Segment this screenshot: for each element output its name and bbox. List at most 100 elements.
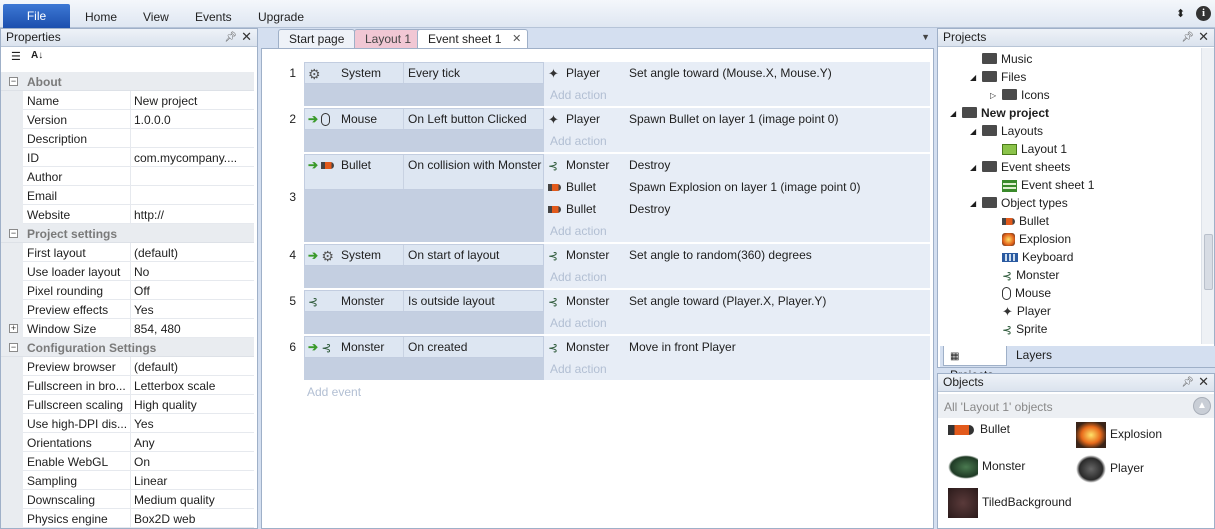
close-icon[interactable]: ✕ (1198, 28, 1209, 45)
tree-item[interactable]: Bullet (1002, 214, 1049, 228)
property-row[interactable]: Use loader layout No (1, 262, 254, 281)
tree-item[interactable]: ◢ Layouts (970, 124, 1043, 138)
property-value[interactable]: Any (134, 436, 254, 450)
expand-arrow-icon[interactable]: ◢ (970, 199, 976, 208)
scrollbar-thumb[interactable] (1204, 234, 1213, 290)
event-condition-block[interactable]: ➔ Bullet On collision with Monster (304, 154, 544, 242)
action-row[interactable]: ✦ Player Spawn Bullet on layer 1 (image po… (544, 108, 930, 130)
property-value[interactable]: Off (134, 284, 254, 298)
collapse-icon[interactable]: − (9, 343, 18, 352)
tree-item[interactable]: ⊰ Sprite (1002, 322, 1047, 337)
action-row[interactable]: Bullet Destroy (544, 198, 930, 220)
property-row[interactable]: Sampling Linear (1, 471, 254, 490)
categorized-view-icon[interactable]: ☰ (11, 50, 21, 63)
tree-item[interactable]: ◢ Object types (970, 196, 1068, 210)
add-action-link[interactable]: Add action (550, 362, 607, 376)
object-item[interactable]: Bullet (948, 422, 1010, 436)
tab-start-page[interactable]: Start page (278, 29, 356, 48)
property-row[interactable]: Version 1.0.0.0 (1, 110, 254, 129)
property-value[interactable]: High quality (134, 398, 254, 412)
property-row[interactable]: ID com.mycompany.... (1, 148, 254, 167)
menu-upgrade[interactable]: Upgrade (258, 10, 304, 24)
property-row[interactable]: First layout (default) (1, 243, 254, 262)
sort-alpha-icon[interactable]: A↓ (31, 50, 43, 61)
action-row[interactable]: ⊰ Monster Set angle to random(360) degrees (544, 244, 930, 266)
property-value[interactable]: (default) (134, 360, 254, 374)
property-value[interactable]: Yes (134, 417, 254, 431)
close-icon[interactable]: ✕ (1198, 373, 1209, 390)
menu-view[interactable]: View (143, 10, 169, 24)
objects-filter-label[interactable]: All 'Layout 1' objects (944, 400, 1053, 414)
property-value[interactable]: (default) (134, 246, 254, 260)
tree-item[interactable]: Layout 1 (1002, 142, 1067, 156)
property-value[interactable]: com.mycompany.... (134, 151, 254, 165)
add-action-link[interactable]: Add action (550, 316, 607, 330)
event-number[interactable]: 1 (282, 66, 296, 80)
tree-item[interactable]: Explosion (1002, 232, 1071, 247)
property-value[interactable]: Letterbox scale (134, 379, 254, 393)
expand-arrow-icon[interactable]: ◢ (950, 109, 956, 118)
expand-arrow-icon[interactable]: ◢ (970, 163, 976, 172)
event-sheet-view[interactable]: 1 ⚙ System Every tick ✦ Player Set angle towa… (261, 48, 934, 529)
file-menu-button[interactable]: File (3, 4, 70, 28)
tree-item[interactable]: ◢ Event sheets (970, 160, 1070, 174)
pin-icon[interactable]: 📌︎ (1181, 29, 1194, 46)
condition[interactable]: ⊰ Monster Is outside layout (304, 290, 544, 312)
property-row[interactable]: Description (1, 129, 254, 148)
expand-arrow-icon[interactable]: ◢ (970, 127, 976, 136)
property-value[interactable]: http:// (134, 208, 254, 222)
tree-item[interactable]: Keyboard (1002, 250, 1073, 264)
add-action-link[interactable]: Add action (550, 88, 607, 102)
tree-item[interactable]: ⊰ Monster (1002, 268, 1059, 283)
expand-arrow-icon[interactable]: ▷ (990, 91, 996, 100)
tree-item[interactable]: Mouse (1002, 286, 1051, 301)
property-row[interactable]: Fullscreen scaling High quality (1, 395, 254, 414)
property-row[interactable]: Email (1, 186, 254, 205)
property-value[interactable]: New project (134, 94, 254, 108)
property-value[interactable]: Medium quality (134, 493, 254, 507)
tree-item[interactable]: Music (982, 52, 1032, 66)
action-row[interactable]: ⊰ Monster Set angle toward (Player.X, Play… (544, 290, 930, 312)
object-item[interactable]: Explosion (1076, 422, 1162, 448)
event-number[interactable]: 2 (282, 112, 296, 126)
tab-layout-1[interactable]: Layout 1 (354, 29, 423, 48)
property-row[interactable]: Enable WebGL On (1, 452, 254, 471)
event-number[interactable]: 4 (282, 248, 296, 262)
tree-item[interactable]: ◢ Files (970, 70, 1026, 84)
expand-arrow-icon[interactable]: ◢ (970, 73, 976, 82)
projects-scrollbar[interactable] (1201, 48, 1214, 344)
condition[interactable]: ⚙ System Every tick (304, 62, 544, 84)
property-row[interactable]: Preview effects Yes (1, 300, 254, 319)
tree-item[interactable]: ✦ Player (1002, 304, 1051, 320)
object-item[interactable]: TiledBackground (948, 488, 1072, 518)
property-row[interactable]: Fullscreen in bro... Letterbox scale (1, 376, 254, 395)
event-condition-block[interactable]: ⊰ Monster Is outside layout (304, 290, 544, 334)
condition[interactable]: ➔ Mouse On Left button Clicked (304, 108, 544, 130)
action-row[interactable]: Bullet Spawn Explosion on layer 1 (image … (544, 176, 930, 198)
event-condition-block[interactable]: ➔ Mouse On Left button Clicked (304, 108, 544, 152)
expand-icon[interactable]: + (9, 324, 18, 333)
property-category[interactable]: − Project settings (1, 224, 254, 243)
property-value[interactable]: On (134, 455, 254, 469)
event-condition-block[interactable]: ➔ ⊰ Monster On created (304, 336, 544, 380)
event-condition-block[interactable]: ➔ ⚙ System On start of layout (304, 244, 544, 288)
property-row[interactable]: Orientations Any (1, 433, 254, 452)
condition[interactable]: ➔ ⚙ System On start of layout (304, 244, 544, 266)
add-event-link[interactable]: Add event (307, 385, 361, 399)
folder-up-icon[interactable]: ▲ (1193, 397, 1211, 415)
pin-icon[interactable]: 📌︎ (1181, 374, 1194, 391)
event-number[interactable]: 6 (282, 340, 296, 354)
tree-item[interactable]: ▷ Icons (990, 88, 1050, 102)
event-number[interactable]: 3 (282, 190, 296, 204)
close-icon[interactable]: ✕ (241, 28, 252, 45)
tree-item[interactable]: Event sheet 1 (1002, 178, 1094, 192)
property-row[interactable]: Website http:// (1, 205, 254, 224)
add-action-link[interactable]: Add action (550, 224, 607, 238)
add-action-link[interactable]: Add action (550, 270, 607, 284)
property-row[interactable]: Author (1, 167, 254, 186)
condition[interactable]: ➔ Bullet On collision with Monster (304, 154, 544, 190)
property-row[interactable]: Downscaling Medium quality (1, 490, 254, 509)
event-condition-block[interactable]: ⚙ System Every tick (304, 62, 544, 106)
tab-list-dropdown-icon[interactable]: ▼ (921, 32, 930, 42)
menu-events[interactable]: Events (195, 10, 232, 24)
